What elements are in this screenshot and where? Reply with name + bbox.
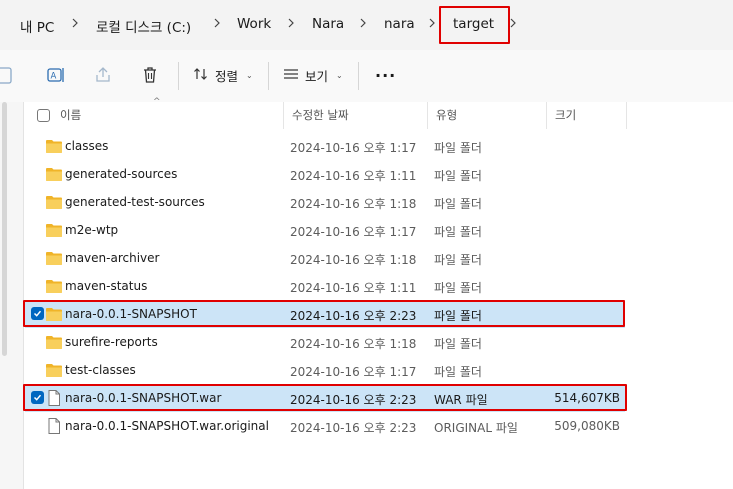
file-type: ORIGINAL 파일 [434,421,518,435]
file-type: 파일 폴더 [434,225,482,239]
file-row[interactable]: maven-archiver 2024-10-16 오후 1:18 파일 폴더 [25,244,625,272]
folder-icon [45,250,63,266]
chevron-right-icon[interactable] [212,14,222,32]
breadcrumb-item-local-disk[interactable]: 로컬 디스크 (C:) [96,16,191,36]
toolbar-divider [178,62,179,90]
chevron-right-icon[interactable] [70,14,80,32]
folder-icon [45,166,63,182]
column-header-type[interactable]: 유형 [428,102,547,129]
folder-icon [45,278,63,294]
file-modified-date: 2024-10-16 오후 1:18 [290,337,417,351]
chevron-right-icon[interactable] [286,14,296,32]
svg-text:A: A [51,72,57,82]
chevron-down-icon: ⌄ [246,70,253,80]
folder-icon [45,334,63,350]
folder-icon [45,222,63,238]
file-row[interactable]: generated-test-sources 2024-10-16 오후 1:18… [25,188,625,216]
highlight-box-snapshot-folder [23,300,625,327]
file-type: 파일 폴더 [434,337,482,351]
file-row[interactable]: generated-sources 2024-10-16 오후 1:11 파일 폴더 [25,160,625,188]
command-bar: A 정렬 ⌄ 보기 ⌄ ··· [0,50,733,102]
folder-icon [45,194,63,210]
column-header-row: ^ 이름 수정한 날짜 유형 크기 [25,97,733,129]
folder-icon [45,138,63,154]
more-options-button[interactable]: ··· [375,64,396,86]
file-modified-date: 2024-10-16 오후 1:17 [290,141,417,155]
file-name: maven-archiver [65,251,160,265]
file-name: classes [65,139,109,153]
file-name: test-classes [65,363,136,377]
chevron-right-icon[interactable] [358,14,368,32]
file-row[interactable]: m2e-wtp 2024-10-16 오후 1:17 파일 폴더 [25,216,625,244]
sort-button[interactable]: 정렬 ⌄ [193,64,253,86]
view-button[interactable]: 보기 ⌄ [283,64,343,86]
chevron-down-icon: ⌄ [336,70,343,80]
file-row[interactable]: surefire-reports 2024-10-16 오후 1:18 파일 폴더 [25,328,625,356]
file-name: nara-0.0.1-SNAPSHOT.war.original [65,419,269,433]
sort-label: 정렬 [215,68,239,84]
file-modified-date: 2024-10-16 오후 1:17 [290,365,417,379]
highlight-box-war-file [23,384,627,411]
file-modified-date: 2024-10-16 오후 1:18 [290,197,417,211]
file-modified-date: 2024-10-16 오후 1:18 [290,253,417,267]
folder-icon [45,362,63,378]
address-bar: 내 PC 로컬 디스크 (C:) Work Nara nara target [0,0,733,50]
navigation-scrollbar[interactable] [2,102,7,356]
highlight-box-target [439,6,510,44]
file-size: 509,080KB [554,419,620,433]
delete-icon[interactable] [139,64,161,86]
sort-icon [193,66,209,85]
file-row[interactable]: maven-status 2024-10-16 오후 1:11 파일 폴더 [25,272,625,300]
file-name: generated-sources [65,167,178,181]
file-name: generated-test-sources [65,195,205,209]
file-modified-date: 2024-10-16 오후 1:11 [290,281,417,295]
view-icon [283,66,299,85]
select-all-checkbox[interactable] [37,109,50,122]
file-name: surefire-reports [65,335,158,349]
file-type: 파일 폴더 [434,169,482,183]
breadcrumb-item-nara[interactable]: nara [384,16,415,32]
file-row[interactable]: classes 2024-10-16 오후 1:17 파일 폴더 [25,132,625,160]
column-header-modified[interactable]: 수정한 날짜 [284,102,428,129]
column-header-size[interactable]: 크기 [547,102,627,129]
file-type: 파일 폴더 [434,141,482,155]
file-modified-date: 2024-10-16 오후 1:17 [290,225,417,239]
file-row[interactable]: test-classes 2024-10-16 오후 1:17 파일 폴더 [25,356,625,384]
toolbar-divider [268,62,269,90]
chevron-right-icon[interactable] [427,14,437,32]
breadcrumb-item-work[interactable]: Work [237,16,271,32]
file-modified-date: 2024-10-16 오후 2:23 [290,421,417,435]
navigation-pane [0,102,24,489]
column-header-name[interactable]: 이름 [52,102,284,129]
breadcrumb-item-nara-upper[interactable]: Nara [312,16,344,32]
file-type: 파일 폴더 [434,197,482,211]
file-name: maven-status [65,279,148,293]
file-modified-date: 2024-10-16 오후 1:11 [290,169,417,183]
file-type: 파일 폴더 [434,253,482,267]
breadcrumb-item-this-pc[interactable]: 내 PC [20,16,54,36]
toolbar-divider [358,62,359,90]
file-type: 파일 폴더 [434,365,482,379]
paste-icon[interactable] [0,64,16,86]
file-row[interactable]: nara-0.0.1-SNAPSHOT.war.original 2024-10-… [25,412,625,440]
file-icon [45,418,63,434]
share-icon[interactable] [92,64,114,86]
rename-icon[interactable]: A [45,64,67,86]
view-label: 보기 [305,68,329,84]
file-type: 파일 폴더 [434,281,482,295]
file-name: m2e-wtp [65,223,119,237]
